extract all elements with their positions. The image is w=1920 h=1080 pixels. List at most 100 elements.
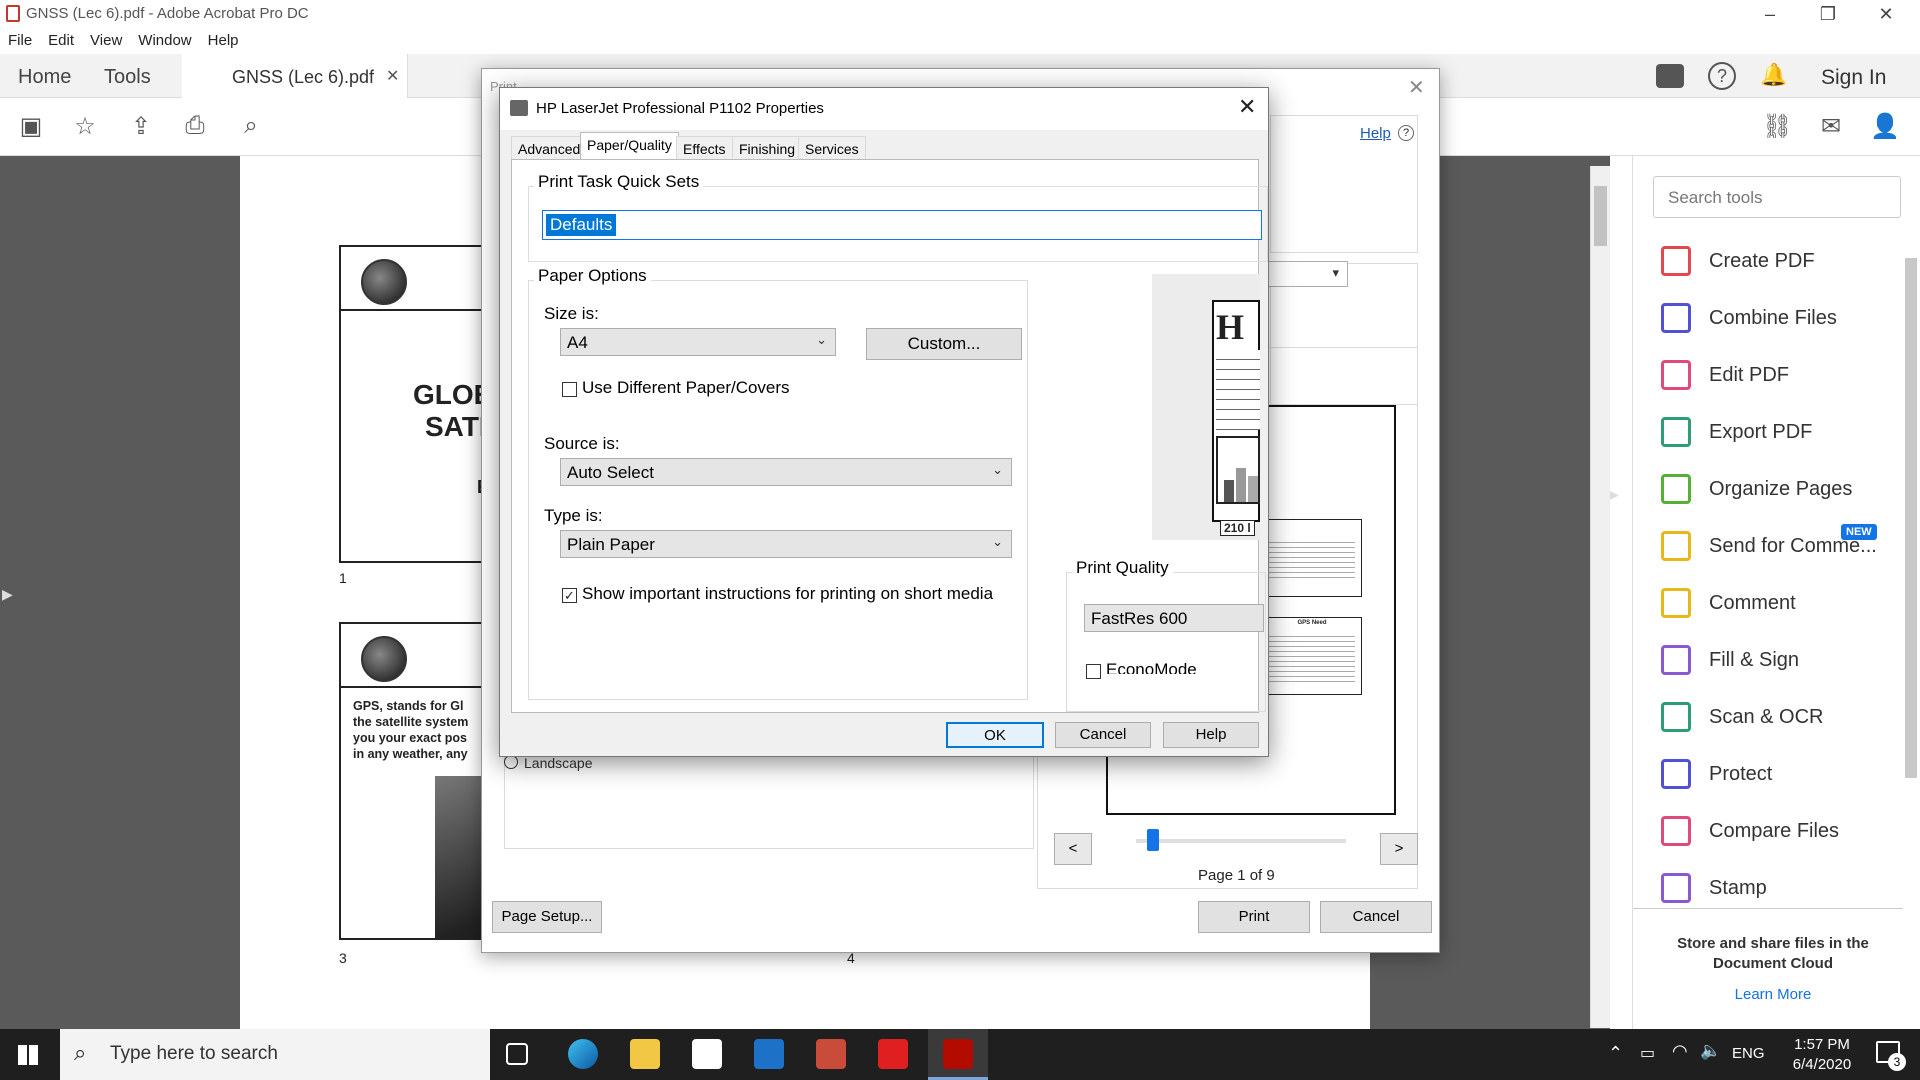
app-icon[interactable]: [816, 1039, 846, 1069]
page-number-3: 3: [339, 950, 347, 966]
quick-sets-value: Defaults: [546, 214, 617, 236]
print-close-icon[interactable]: ✕: [1408, 75, 1425, 100]
ok-button[interactable]: OK: [946, 722, 1044, 748]
show-instructions-checkbox[interactable]: ✓: [562, 588, 577, 603]
custom-size-button[interactable]: Custom...: [866, 328, 1022, 360]
magnifier-icon: ⌕: [74, 1040, 87, 1065]
printer-icon[interactable]: ⎙: [180, 112, 210, 142]
restore-icon[interactable]: ❐: [1808, 2, 1848, 28]
tool-label: Export PDF: [1709, 421, 1813, 443]
tool-organize-pages[interactable]: Organize Pages: [1661, 468, 1911, 508]
properties-title-bar: HP LaserJet Professional P1102 Propertie…: [500, 88, 1268, 130]
sign-in-link[interactable]: Sign In: [1821, 66, 1886, 90]
tool-protect[interactable]: Protect: [1661, 753, 1911, 793]
econo-mode-checkbox[interactable]: [1086, 664, 1101, 679]
print-quality-select[interactable]: FastRes 600: [1084, 604, 1264, 632]
close-tab-icon[interactable]: ✕: [386, 66, 399, 86]
acrobat-pro-taskbar-button[interactable]: [928, 1029, 988, 1080]
bookmark-star-icon[interactable]: ☆: [70, 112, 100, 142]
tab-services[interactable]: Services: [798, 136, 866, 160]
quick-sets-label: Print Task Quick Sets: [534, 172, 704, 192]
task-view-icon[interactable]: [506, 1043, 528, 1065]
search-tools-input[interactable]: Search tools: [1653, 176, 1901, 218]
chat-icon[interactable]: [1656, 64, 1684, 88]
properties-close-icon[interactable]: ✕: [1238, 94, 1256, 120]
help-icon[interactable]: ?: [1708, 62, 1736, 90]
save-icon[interactable]: ▣: [16, 112, 46, 142]
tool-label: Comment: [1709, 592, 1796, 614]
learn-more-link[interactable]: Learn More: [1653, 986, 1893, 1003]
tab-effects[interactable]: Effects: [676, 136, 733, 160]
compare-files-icon: [1661, 816, 1691, 846]
document-tab-label: GNSS (Lec 6).pdf: [232, 67, 375, 87]
tool-edit-pdf[interactable]: Edit PDF: [1661, 354, 1911, 394]
mail-icon[interactable]: [754, 1039, 784, 1069]
tab-home[interactable]: Home: [18, 66, 71, 89]
tool-send-for-comment[interactable]: Send for Comme...: [1661, 525, 1911, 565]
acrobat-pro-icon: [943, 1039, 973, 1069]
tool-export-pdf[interactable]: Export PDF: [1661, 411, 1911, 451]
page-slider-thumb[interactable]: [1146, 829, 1159, 851]
email-icon[interactable]: ✉: [1816, 112, 1846, 142]
tool-stamp[interactable]: Stamp: [1661, 867, 1911, 907]
tool-create-pdf[interactable]: Create PDF: [1661, 240, 1911, 280]
tray-chevron-icon[interactable]: ⌃: [1608, 1043, 1623, 1064]
menu-view[interactable]: View: [82, 28, 130, 49]
paper-source-select[interactable]: Auto Select ⌄: [560, 458, 1012, 486]
edit-pdf-icon: [1661, 360, 1691, 390]
edge-icon[interactable]: [568, 1039, 598, 1069]
tab-tools[interactable]: Tools: [104, 66, 151, 89]
tool-comment[interactable]: Comment: [1661, 582, 1911, 622]
add-user-icon[interactable]: 👤: [1870, 112, 1900, 142]
menu-help[interactable]: Help: [200, 28, 247, 49]
acrobat-reader-icon[interactable]: [878, 1039, 908, 1069]
tool-scan-ocr[interactable]: Scan & OCR: [1661, 696, 1911, 736]
file-explorer-icon[interactable]: [630, 1039, 660, 1069]
tool-combine-files[interactable]: Combine Files: [1661, 297, 1911, 337]
menu-edit[interactable]: Edit: [40, 28, 82, 49]
landscape-label: Landscape: [524, 755, 593, 771]
wifi-icon[interactable]: ◠: [1672, 1041, 1688, 1062]
print-button[interactable]: Print: [1198, 901, 1310, 933]
battery-icon[interactable]: ▭: [1640, 1043, 1655, 1063]
page-setup-button[interactable]: Page Setup...: [492, 901, 602, 933]
upload-cloud-icon[interactable]: ⇪: [126, 112, 156, 142]
document-scrollbar[interactable]: [1590, 166, 1610, 1028]
page-slider-track[interactable]: [1136, 829, 1346, 851]
tool-compare-files[interactable]: Compare Files: [1661, 810, 1911, 850]
tool-label: Combine Files: [1709, 307, 1837, 329]
protect-icon: [1661, 759, 1691, 789]
windows-start-icon[interactable]: [18, 1045, 38, 1065]
properties-help-button[interactable]: Help: [1163, 722, 1259, 748]
tab-document[interactable]: GNSS (Lec 6).pdf ✕: [182, 54, 408, 98]
paper-size-select[interactable]: A4 ⌄: [560, 328, 836, 356]
tab-advanced[interactable]: Advanced: [511, 136, 588, 160]
left-panel-toggle-icon[interactable]: ▶: [2, 586, 13, 603]
taskbar-search[interactable]: ⌕ Type here to search: [60, 1029, 490, 1080]
share-link-icon[interactable]: ⛓: [1762, 112, 1792, 142]
landscape-radio[interactable]: [504, 755, 518, 769]
properties-cancel-button[interactable]: Cancel: [1055, 722, 1151, 748]
print-scale-combo[interactable]: ▾: [1268, 261, 1348, 287]
close-window-icon[interactable]: ✕: [1866, 2, 1906, 28]
different-paper-checkbox[interactable]: [562, 382, 577, 397]
paper-type-select[interactable]: Plain Paper ⌄: [560, 530, 1012, 558]
bell-icon[interactable]: 🔔: [1760, 62, 1787, 88]
volume-icon[interactable]: 🔈: [1700, 1041, 1721, 1061]
tab-finishing[interactable]: Finishing: [732, 136, 803, 160]
preview-prev-button[interactable]: <: [1054, 833, 1092, 865]
clock[interactable]: 1:57 PM 6/4/2020: [1780, 1035, 1864, 1075]
menu-file[interactable]: File: [0, 28, 40, 49]
minimize-icon[interactable]: –: [1750, 2, 1790, 28]
language-indicator[interactable]: ENG: [1732, 1045, 1765, 1062]
store-icon[interactable]: [692, 1039, 722, 1069]
print-cancel-button[interactable]: Cancel: [1320, 901, 1432, 933]
quick-sets-input[interactable]: Defaults: [542, 210, 1262, 240]
tab-paper-quality[interactable]: Paper/Quality: [580, 132, 679, 162]
preview-next-button[interactable]: >: [1380, 833, 1418, 865]
comment-icon: [1661, 588, 1691, 618]
menu-window[interactable]: Window: [130, 28, 199, 49]
zoom-icon[interactable]: ⌕: [236, 112, 266, 142]
notification-count: 3: [1888, 1053, 1906, 1071]
tool-fill-sign[interactable]: Fill & Sign: [1661, 639, 1911, 679]
